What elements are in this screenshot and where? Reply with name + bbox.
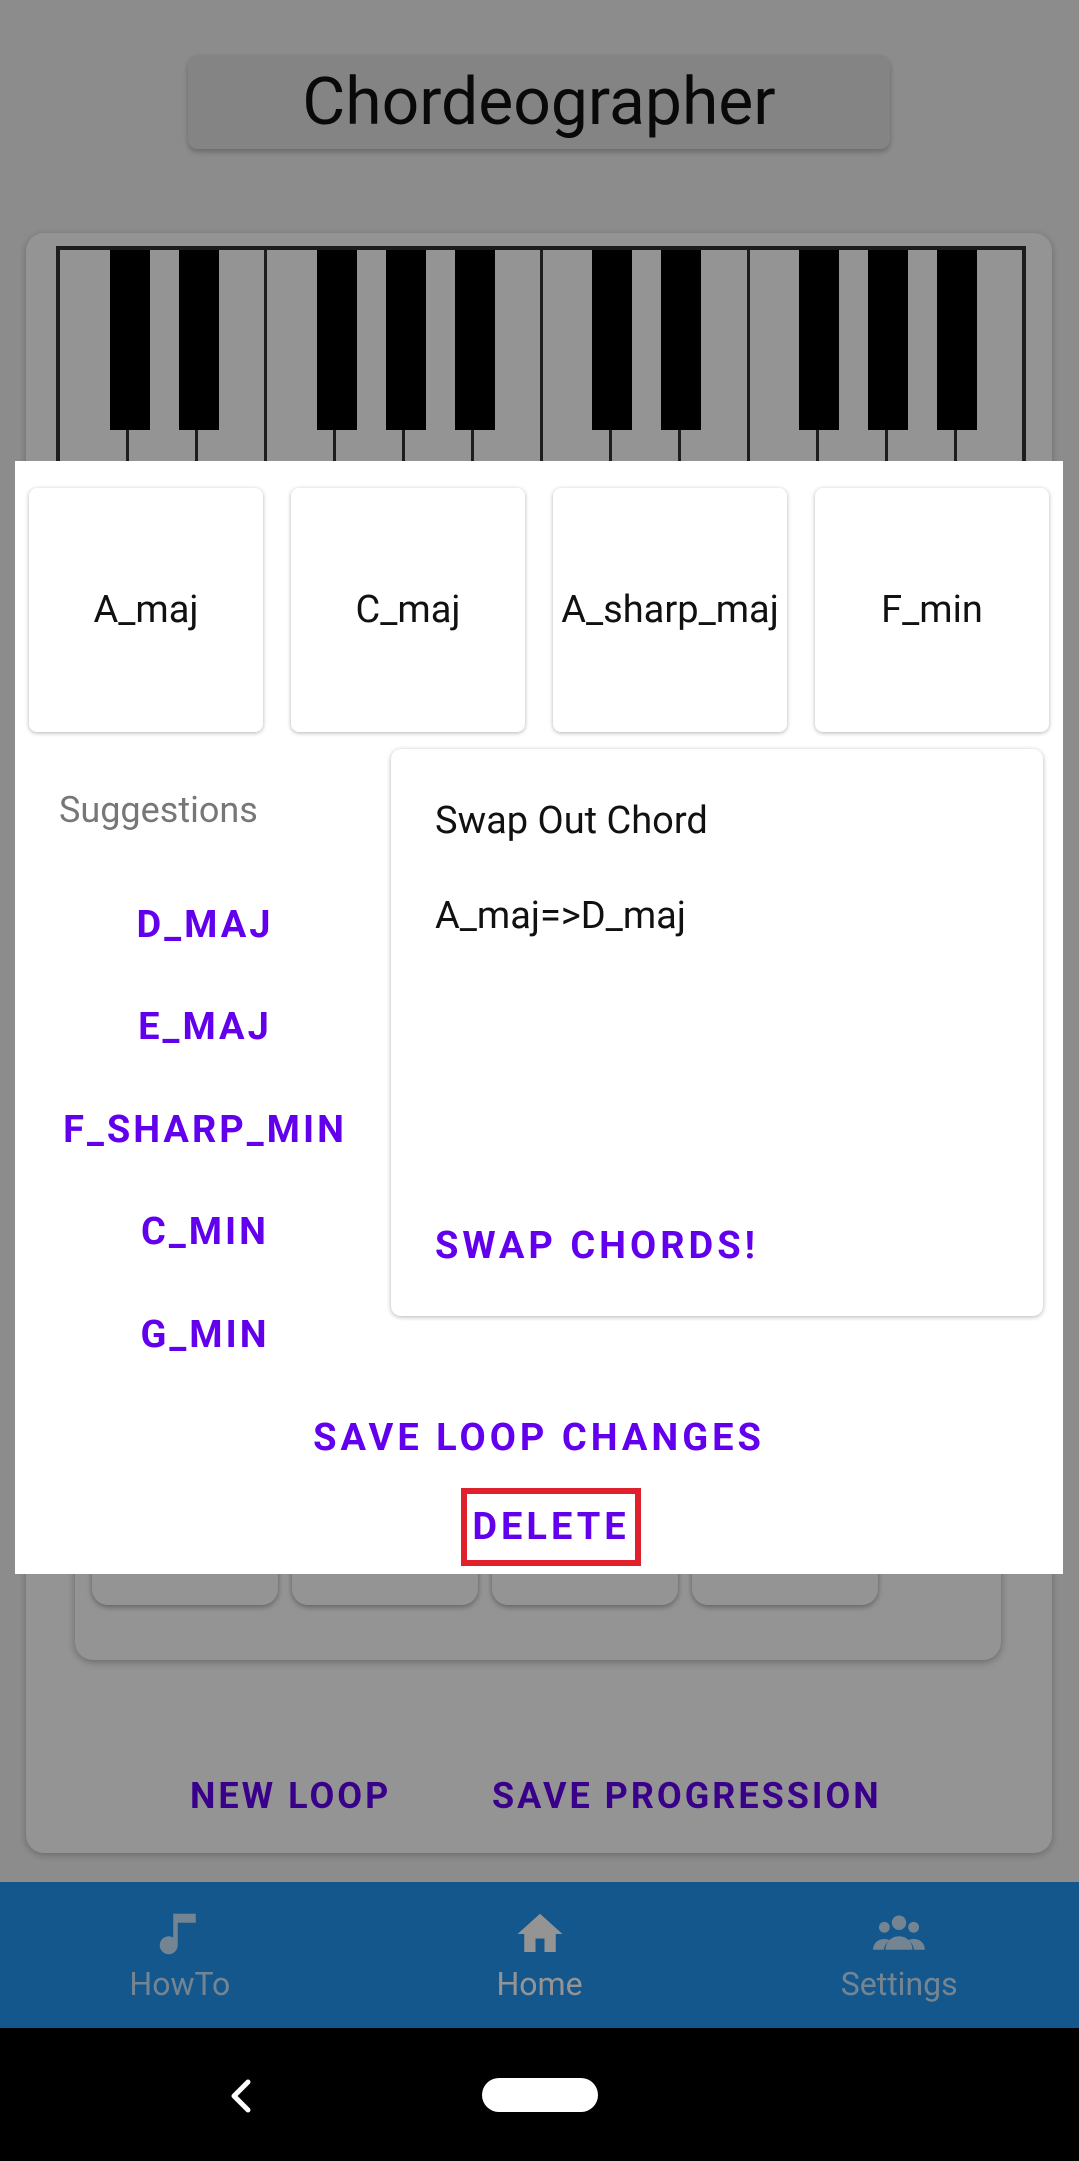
suggestion-button[interactable]: F_SHARP_MIN [15,1108,395,1152]
swap-card-title: Swap Out Chord [435,799,708,843]
suggestion-button[interactable]: D_MAJ [15,903,395,947]
chord-tile[interactable]: F_min [815,488,1049,732]
suggestions-heading: Suggestions [59,789,258,831]
delete-button[interactable]: DELETE [461,1488,641,1566]
chord-tile[interactable]: A_maj [29,488,263,732]
swap-chord-card: Swap Out Chord A_maj=>D_maj SWAP CHORDS! [391,749,1043,1316]
swap-chords-button[interactable]: SWAP CHORDS! [435,1224,759,1268]
swap-preview: A_maj=>D_maj [435,894,686,938]
suggestion-button[interactable]: G_MIN [15,1313,395,1357]
back-chevron-icon[interactable] [222,2076,262,2116]
chord-tile[interactable]: C_maj [291,488,525,732]
suggestion-button[interactable]: C_MIN [15,1210,395,1254]
system-home-pill[interactable] [481,2077,598,2112]
system-nav-bar [0,2028,1079,2161]
edit-loop-dialog: A_maj C_maj A_sharp_maj F_min Suggestion… [15,461,1063,1574]
save-loop-changes-button[interactable]: SAVE LOOP CHANGES [15,1416,1063,1460]
suggestion-button[interactable]: E_MAJ [15,1005,395,1049]
chord-tile[interactable]: A_sharp_maj [553,488,787,732]
